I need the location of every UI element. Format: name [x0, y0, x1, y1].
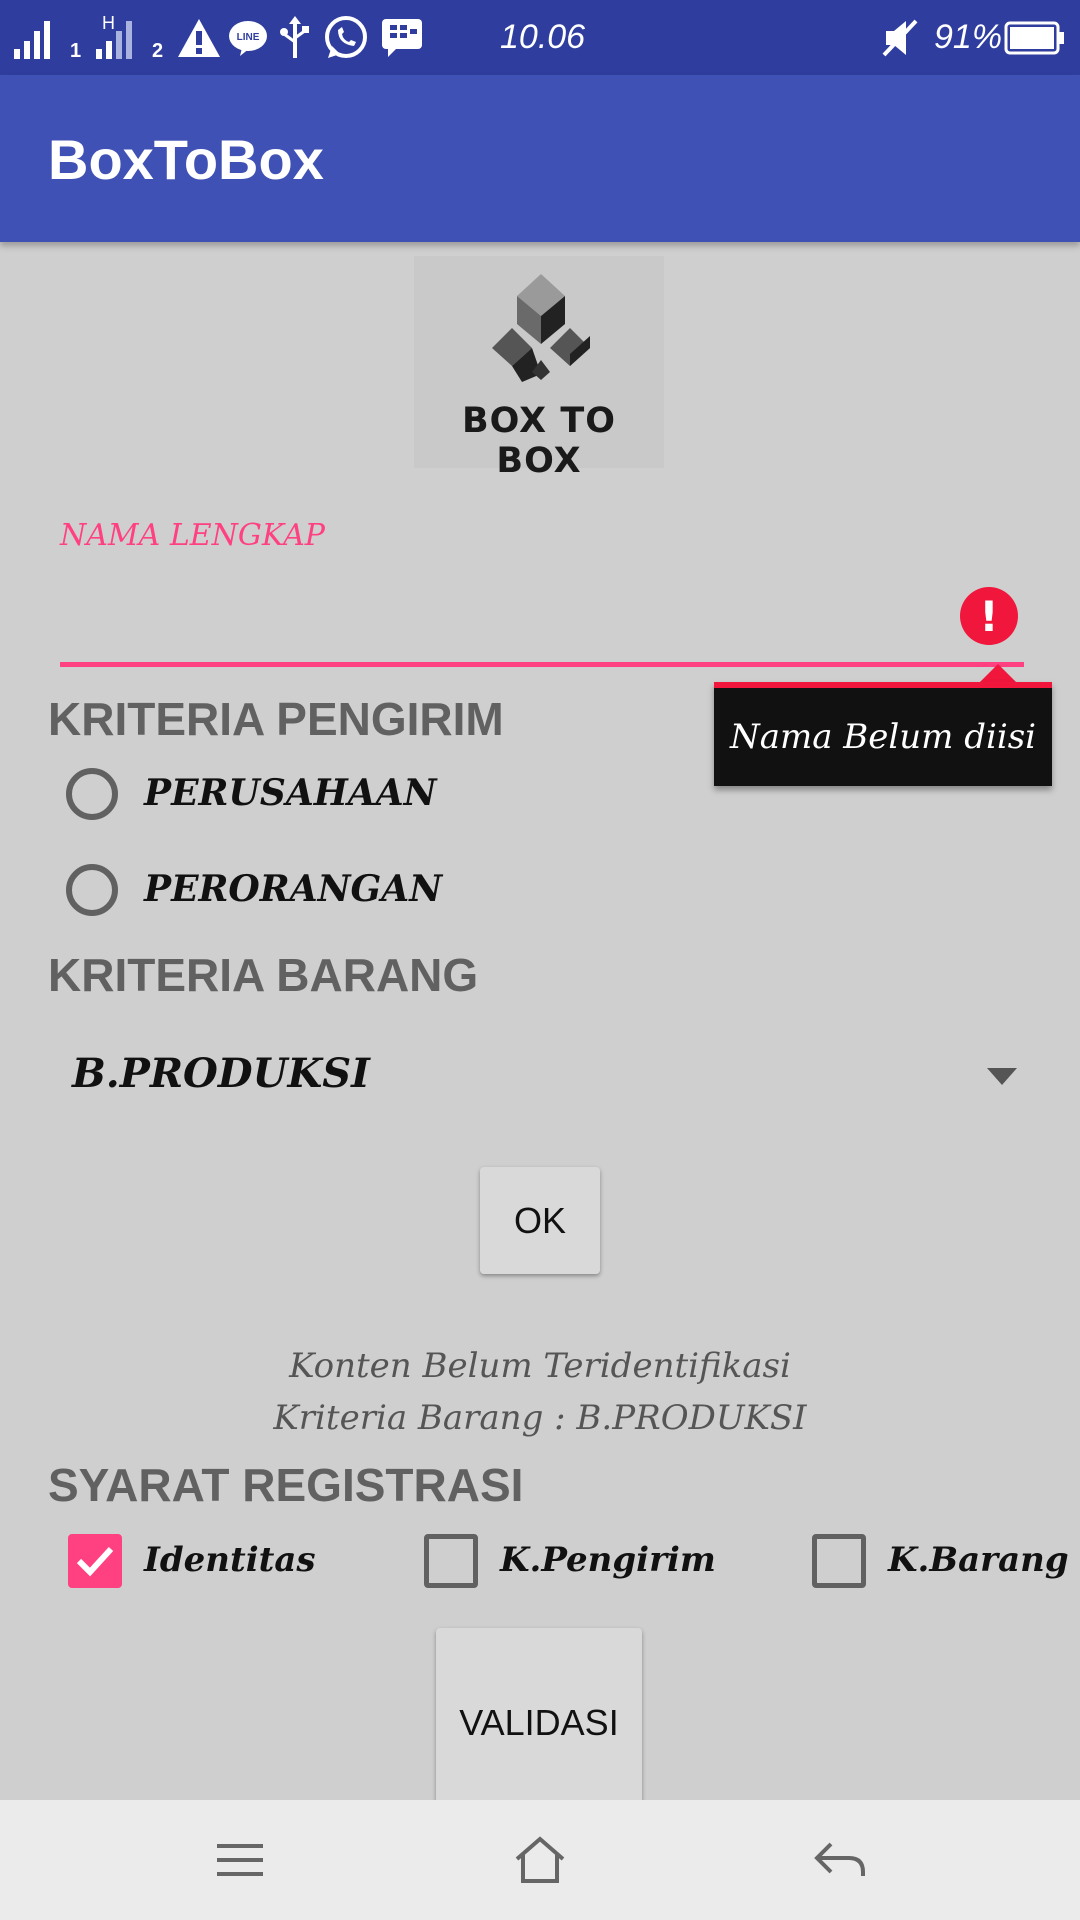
error-tooltip-text: Nama Belum diisi — [729, 717, 1037, 757]
checkbox[interactable] — [812, 1534, 866, 1588]
name-field-label: NAMA LENGKAP — [60, 518, 325, 553]
whatsapp-icon — [322, 0, 370, 75]
warning-icon — [176, 0, 222, 75]
validate-button[interactable]: VALIDASI — [436, 1628, 642, 1818]
logo-text: BOX TO BOX — [462, 401, 616, 481]
mute-icon — [880, 0, 920, 75]
checkbox[interactable] — [424, 1534, 478, 1588]
sender-section-title: KRITERIA PENGIRIM — [48, 693, 504, 745]
radio-label[interactable]: PERORANGAN — [144, 868, 442, 910]
requirements-section-title: SYARAT REGISTRASI — [48, 1459, 524, 1511]
usb-icon — [278, 0, 312, 75]
signal-icon — [14, 0, 62, 75]
checkbox-label[interactable]: K.Pengirim — [500, 1540, 716, 1580]
radio-button[interactable] — [66, 768, 118, 820]
app-bar: BoxToBox — [0, 75, 1080, 242]
logo-cube-icon — [492, 274, 590, 382]
name-input[interactable] — [60, 560, 1024, 667]
dropdown-arrow-icon[interactable] — [987, 1068, 1017, 1085]
signal-icon — [96, 0, 144, 75]
back-icon[interactable] — [770, 1800, 910, 1920]
checkbox[interactable] — [68, 1534, 122, 1588]
line-icon: LINE — [228, 0, 268, 75]
checkbox-label[interactable]: K.Barang — [888, 1540, 1069, 1580]
menu-icon[interactable] — [170, 1800, 310, 1920]
battery-icon — [1004, 0, 1066, 75]
ok-button[interactable]: OK — [480, 1167, 600, 1274]
radio-button[interactable] — [66, 864, 118, 916]
logo: BOX TO BOX — [414, 256, 664, 481]
app-title: BoxToBox — [48, 128, 324, 191]
status-bar: 1 H 2 LINE 10.06 91% — [0, 0, 1080, 75]
svg-text:LINE: LINE — [237, 32, 260, 43]
clock: 10.06 — [500, 18, 586, 56]
tooltip-arrow — [980, 664, 1016, 682]
goods-section-title: KRITERIA BARANG — [48, 949, 479, 1001]
error-icon: ! — [960, 587, 1018, 645]
spinner-selected-value[interactable]: B.PRODUKSI — [72, 1050, 370, 1097]
error-tooltip: Nama Belum diisi — [714, 682, 1052, 786]
radio-label[interactable]: PERUSAHAAN — [144, 772, 437, 814]
bbm-icon — [380, 0, 424, 75]
home-icon[interactable] — [470, 1800, 610, 1920]
battery-percent: 91% — [934, 18, 1003, 56]
goods-criteria-text: Kriteria Barang : B.PRODUKSI — [273, 1398, 807, 1438]
content-status-text: Konten Belum Teridentifikasi — [289, 1346, 791, 1386]
checkbox-label[interactable]: Identitas — [144, 1540, 316, 1580]
check-icon — [76, 1546, 114, 1577]
